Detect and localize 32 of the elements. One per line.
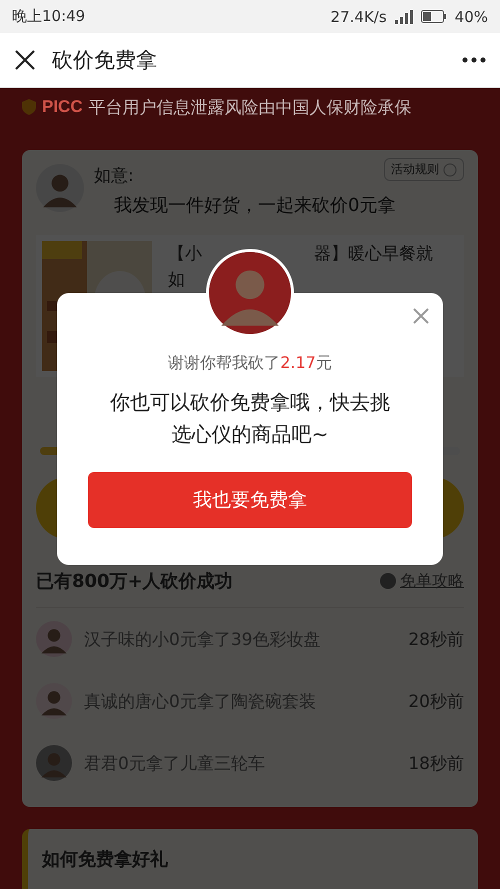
- user-avatar: [36, 164, 84, 212]
- battery-percent: 40%: [454, 8, 488, 26]
- free-button[interactable]: 我也要免费拿: [88, 472, 412, 528]
- section-title: 如何免费拿好礼: [42, 848, 169, 871]
- dialog-message: 你也可以砍价免费拿哦，快去挑选心仪的商品吧~: [109, 389, 391, 448]
- invite-message: 我发现一件好货，一起来砍价0元拿: [114, 194, 396, 217]
- user-avatar: [36, 683, 72, 719]
- record-time: 18秒前: [408, 752, 464, 774]
- product-title: 器】暖心早餐就: [314, 244, 433, 264]
- inviter-name: 如意:: [94, 165, 135, 187]
- record-time: 28秒前: [408, 628, 464, 650]
- thanks-text: 谢谢你帮我砍了 2.17元: [168, 353, 332, 374]
- product-title: 【小: [168, 244, 202, 264]
- close-icon: [412, 307, 430, 325]
- shield-icon: [22, 99, 36, 115]
- brand-logo: PICC: [42, 97, 83, 117]
- signal-icon: [394, 10, 413, 24]
- status-time: 晚上10:49: [12, 7, 86, 26]
- close-icon[interactable]: [14, 49, 36, 71]
- help-icon: [443, 162, 457, 176]
- banner-text: 平台用户信息泄露风险由中国人保财险承保: [88, 96, 412, 118]
- rules-button[interactable]: 活动规则: [384, 158, 464, 181]
- network-speed: 27.4K/s: [330, 8, 387, 26]
- user-avatar: [36, 621, 72, 657]
- record-time: 20秒前: [408, 690, 464, 712]
- product-title: 如: [168, 270, 185, 290]
- help-icon: [380, 573, 396, 589]
- page-title: 砍价免费拿: [52, 47, 158, 74]
- user-avatar: [36, 745, 72, 781]
- more-icon[interactable]: [462, 57, 486, 63]
- battery-icon: [420, 10, 447, 23]
- stats-title: 已有800万+人砍价成功: [36, 570, 234, 593]
